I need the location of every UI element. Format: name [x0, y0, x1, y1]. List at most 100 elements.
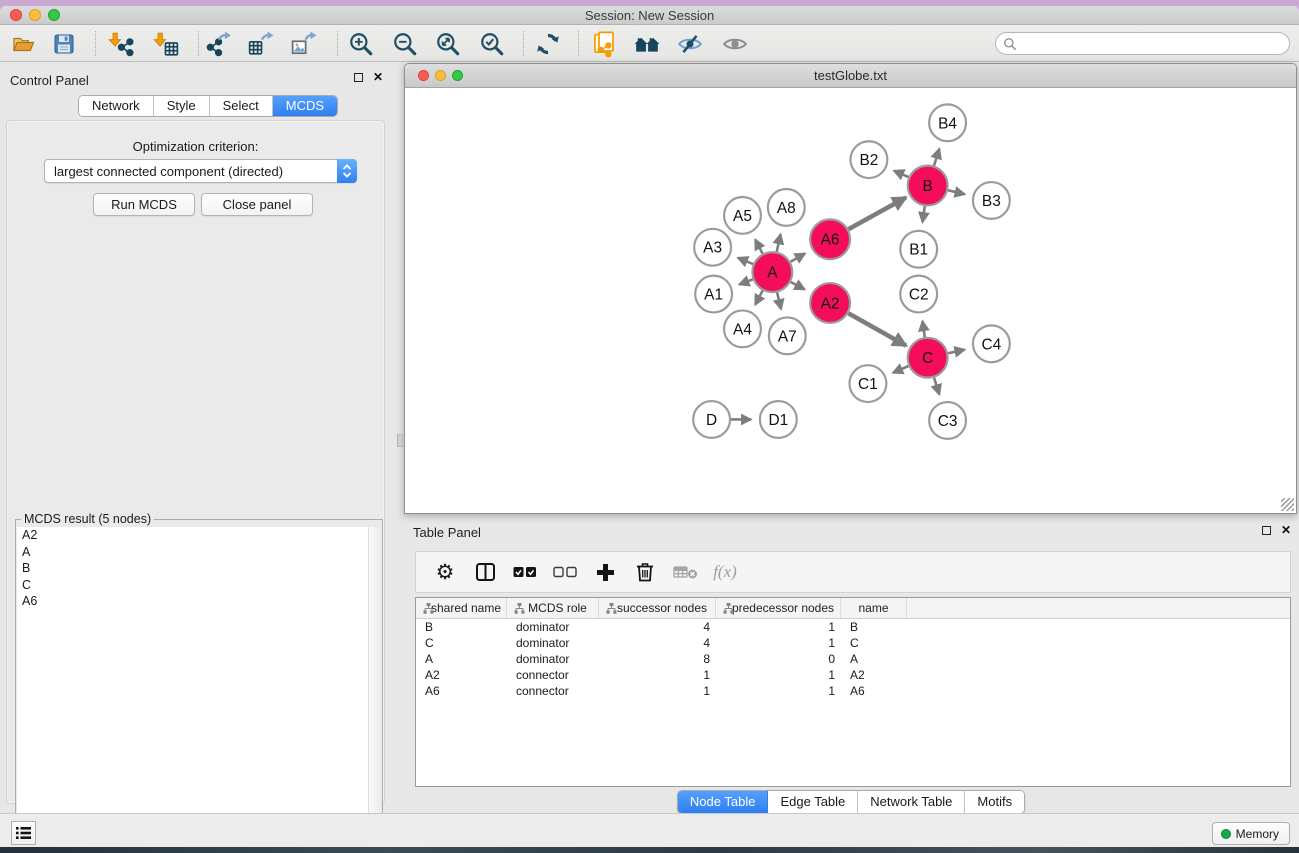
import-table-icon[interactable]: [151, 30, 181, 58]
edge-C-C4[interactable]: [948, 350, 965, 354]
edge-A-A8[interactable]: [777, 234, 781, 252]
home-icon[interactable]: [632, 30, 662, 58]
graph-node-B[interactable]: B: [908, 166, 948, 206]
edge-B-B2[interactable]: [894, 171, 909, 177]
function-builder-icon[interactable]: f(x): [712, 559, 738, 585]
open-session-icon[interactable]: [8, 30, 38, 58]
graph-node-A4[interactable]: A4: [724, 310, 761, 347]
result-item[interactable]: C: [17, 577, 381, 594]
delete-column-icon[interactable]: [632, 559, 658, 585]
network-from-selection-icon[interactable]: [591, 30, 621, 58]
table-tab-node-table[interactable]: Node Table: [678, 791, 769, 813]
edge-A-A2[interactable]: [791, 282, 805, 289]
column-header-predecessor-nodes[interactable]: predecessor nodes: [716, 598, 841, 618]
edge-A-A6[interactable]: [791, 254, 805, 262]
table-row[interactable]: Bdominator41B: [416, 619, 1290, 635]
graph-node-B1[interactable]: B1: [900, 231, 937, 268]
panel-splitter-handle[interactable]: [397, 434, 403, 447]
edge-C-C3[interactable]: [934, 378, 939, 395]
graph-node-A1[interactable]: A1: [695, 276, 732, 313]
save-session-icon[interactable]: [49, 30, 79, 58]
result-item[interactable]: A: [17, 544, 381, 561]
float-panel-icon[interactable]: [1262, 526, 1271, 535]
table-tab-edge-table[interactable]: Edge Table: [768, 791, 858, 813]
zoom-out-icon[interactable]: [390, 30, 420, 58]
edge-A-A4[interactable]: [755, 291, 762, 305]
edge-B-B1[interactable]: [922, 206, 924, 222]
network-window-titlebar[interactable]: testGlobe.txt: [405, 64, 1296, 88]
edge-C-C1[interactable]: [893, 366, 908, 373]
tab-select[interactable]: Select: [210, 96, 273, 116]
graph-node-C4[interactable]: C4: [973, 325, 1010, 362]
graph-node-A7[interactable]: A7: [769, 317, 806, 354]
graph-node-B3[interactable]: B3: [973, 182, 1010, 219]
network-graph[interactable]: B4 B2 B B3 A8A5 A6 A3 B1 A A1 C2 A2 A4A7 C4 C C1 D D1 C3: [406, 89, 1295, 513]
result-item[interactable]: A6: [17, 593, 381, 610]
result-list-scrollbar[interactable]: [368, 527, 381, 848]
task-history-button[interactable]: [11, 821, 36, 845]
export-network-icon[interactable]: [204, 30, 234, 58]
refresh-icon[interactable]: [533, 30, 563, 58]
column-header-successor-nodes[interactable]: successor nodes: [599, 598, 716, 618]
add-column-icon[interactable]: [592, 559, 618, 585]
edge-C-C2[interactable]: [922, 321, 924, 337]
graph-node-A8[interactable]: A8: [768, 189, 805, 226]
graph-node-D[interactable]: D: [693, 401, 730, 438]
edge-B-B4[interactable]: [934, 149, 939, 166]
delete-table-icon[interactable]: [672, 559, 698, 585]
table-tab-network-table[interactable]: Network Table: [858, 791, 965, 813]
graph-node-A[interactable]: A: [752, 252, 792, 292]
close-panel-icon[interactable]: ✕: [373, 72, 383, 82]
graph-node-A3[interactable]: A3: [694, 229, 731, 266]
table-options-icon[interactable]: ⚙: [432, 559, 458, 585]
column-header-name[interactable]: name: [841, 598, 907, 618]
edge-A-A5[interactable]: [755, 240, 762, 254]
tab-style[interactable]: Style: [154, 96, 210, 116]
zoom-in-icon[interactable]: [346, 30, 376, 58]
graph-node-B4[interactable]: B4: [929, 104, 966, 141]
search-input[interactable]: [1022, 37, 1289, 51]
graph-node-A2[interactable]: A2: [810, 283, 850, 323]
zoom-fit-icon[interactable]: [433, 30, 463, 58]
tab-mcds[interactable]: MCDS: [273, 96, 337, 116]
show-columns-icon[interactable]: [472, 559, 498, 585]
graph-node-C3[interactable]: C3: [929, 402, 966, 439]
show-hidden-icon[interactable]: [720, 30, 750, 58]
table-row[interactable]: A2connector11A2: [416, 667, 1290, 683]
export-image-icon[interactable]: [289, 30, 319, 58]
edge-A-A3[interactable]: [738, 258, 753, 264]
edge-A-A7[interactable]: [777, 292, 781, 309]
window-resize-grip[interactable]: [1281, 498, 1294, 511]
float-panel-icon[interactable]: [354, 73, 363, 82]
close-panel-icon[interactable]: ✕: [1281, 525, 1291, 535]
graph-node-C1[interactable]: C1: [850, 365, 887, 402]
select-all-icon[interactable]: [512, 559, 538, 585]
table-row[interactable]: Cdominator41C: [416, 635, 1290, 651]
graph-node-C[interactable]: C: [908, 338, 948, 378]
table-tab-motifs[interactable]: Motifs: [965, 791, 1024, 813]
deselect-all-icon[interactable]: [552, 559, 578, 585]
edge-B-B3[interactable]: [948, 190, 965, 194]
graph-node-A5[interactable]: A5: [724, 197, 761, 234]
column-header-MCDS-role[interactable]: MCDS role: [507, 598, 599, 618]
graph-node-B2[interactable]: B2: [851, 141, 888, 178]
import-network-icon[interactable]: [106, 30, 136, 58]
tab-network[interactable]: Network: [79, 96, 154, 116]
column-header-shared-name[interactable]: shared name: [416, 598, 507, 618]
table-row[interactable]: A6connector11A6: [416, 683, 1290, 699]
graph-node-A6[interactable]: A6: [810, 219, 850, 259]
edge-A6-B[interactable]: [848, 198, 905, 230]
hide-selected-icon[interactable]: [675, 30, 705, 58]
export-table-icon[interactable]: [246, 30, 276, 58]
graph-node-D1[interactable]: D1: [760, 401, 797, 438]
memory-button[interactable]: Memory: [1212, 822, 1290, 845]
result-item[interactable]: B: [17, 560, 381, 577]
run-mcds-button[interactable]: Run MCDS: [93, 193, 195, 216]
result-item[interactable]: A2: [17, 527, 381, 544]
graph-node-C2[interactable]: C2: [900, 276, 937, 313]
close-panel-button[interactable]: Close panel: [201, 193, 313, 216]
edge-A2-C[interactable]: [848, 313, 906, 345]
edge-A-A1[interactable]: [739, 279, 752, 284]
zoom-selected-icon[interactable]: [477, 30, 507, 58]
optimization-criterion-select[interactable]: largest connected component (directed): [44, 159, 357, 183]
